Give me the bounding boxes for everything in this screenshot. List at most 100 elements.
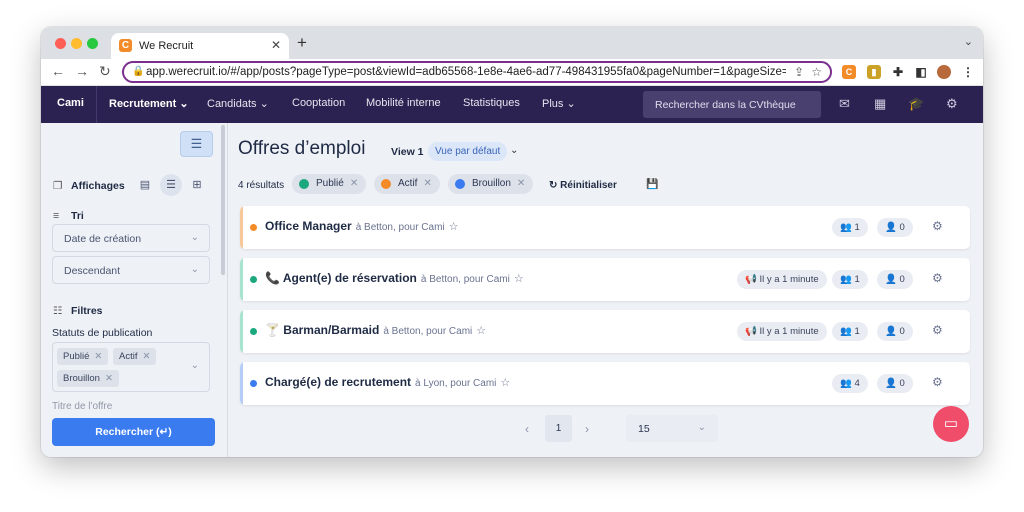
chat-support-button[interactable]: ▭ [933, 406, 969, 442]
search-button[interactable]: Rechercher (↵) [52, 418, 215, 446]
next-page-chevron-icon[interactable]: › [585, 422, 589, 436]
enter-key-icon: (↵) [155, 426, 172, 438]
status-dot [381, 179, 391, 189]
job-title[interactable]: Office Manager à Betton, pour Cami ☆ [265, 219, 459, 233]
filter-chip-actif[interactable]: Actif ✕ [374, 174, 440, 194]
view-name[interactable]: View 1 [391, 146, 424, 158]
status-chip-publie[interactable]: Publié ✕ [57, 348, 109, 365]
chevron-down-icon: ⌄ [179, 98, 189, 110]
candidates-count-badge[interactable]: 👥 1 [832, 218, 868, 237]
favorite-star-icon[interactable]: ☆ [500, 377, 510, 389]
job-settings-gear-icon[interactable]: ⚙ [932, 271, 943, 285]
filtres-label: Filtres [71, 305, 103, 317]
bottle-extension-icon[interactable]: ▮ [867, 65, 881, 79]
nav-item-candidats[interactable]: Candidats ⌄ [207, 97, 269, 110]
nav-item-statistiques[interactable]: Statistiques [463, 97, 520, 109]
favorite-star-icon[interactable]: ☆ [514, 273, 524, 285]
nav-item-cami[interactable]: Cami [57, 97, 84, 109]
compact-view-icon[interactable]: ▤ [134, 174, 156, 196]
filter-chip-publie[interactable]: Publié ✕ [292, 174, 367, 194]
filter-chip-brouillon[interactable]: Brouillon ✕ [448, 174, 534, 194]
close-window-button[interactable] [55, 38, 66, 49]
address-bar[interactable]: 🔒 app.werecruit.io/#/app/posts?pageType=… [122, 61, 832, 83]
reset-filters-button[interactable]: ↻ Réinitialiser [549, 180, 617, 191]
job-card[interactable]: 🍸 Barman/Barmaid à Betton, pour Cami ☆ 📢 I… [240, 310, 970, 353]
filter-toggle-button[interactable]: ☰ [180, 131, 213, 157]
reload-icon[interactable]: ↻ [99, 63, 111, 80]
status-bar [240, 258, 243, 301]
mail-icon[interactable]: ✉ [839, 96, 850, 112]
sidebar-scrollbar[interactable] [221, 125, 225, 275]
nav-item-cooptation[interactable]: Cooptation [292, 97, 345, 109]
job-title-text: Chargé(e) de recrutement [265, 375, 412, 389]
profile-avatar[interactable] [937, 65, 951, 79]
chip-remove-icon[interactable]: ✕ [142, 351, 150, 362]
users-icon: 👥 [840, 274, 852, 285]
chip-remove-icon[interactable]: ✕ [423, 178, 431, 189]
user-x-icon: 👤 [885, 326, 897, 337]
zoom-window-button[interactable] [87, 38, 98, 49]
announce-badge[interactable]: 📢 Il y a 1 minute [737, 322, 827, 341]
share-icon[interactable]: ⇪ [794, 65, 804, 79]
job-card[interactable]: Chargé(e) de recrutement à Lyon, pour Cam… [240, 362, 970, 405]
job-settings-gear-icon[interactable]: ⚙ [932, 219, 943, 233]
sidepanel-icon[interactable]: ◧ [914, 65, 928, 79]
nav-item-mobilite-interne[interactable]: Mobilité interne [366, 97, 441, 109]
favorite-star-icon[interactable]: ☆ [476, 325, 486, 337]
werecruit-extension-icon[interactable]: C [842, 65, 856, 79]
status-multiselect[interactable]: Publié ✕ Actif ✕ Brouillon ✕ ⌄ [52, 342, 210, 392]
view-chevron-down-icon[interactable]: ⌄ [510, 145, 518, 156]
favorite-star-icon[interactable]: ☆ [449, 221, 459, 233]
browser-toolbar: ← → ↻ 🔒 app.werecruit.io/#/app/posts?pag… [41, 59, 983, 86]
extensions-puzzle-icon[interactable]: ✚ [891, 65, 905, 79]
list-view-icon[interactable]: ☰ [160, 174, 182, 196]
browser-window: C We Recruit ✕ + ⌄ ← → ↻ 🔒 app.werecruit… [41, 27, 983, 457]
rejected-count-badge[interactable]: 👤 0 [877, 374, 913, 393]
job-card[interactable]: 📞 Agent(e) de réservation à Betton, pour … [240, 258, 970, 301]
nav-item-recrutement[interactable]: Recrutement ⌄ [109, 97, 189, 110]
chip-remove-icon[interactable]: ✕ [517, 178, 525, 189]
save-view-icon[interactable]: 💾 [646, 179, 658, 190]
rejected-count-badge[interactable]: 👤 0 [877, 270, 913, 289]
cvtheque-search-input[interactable]: Rechercher dans la CVthèque [643, 91, 821, 118]
job-title[interactable]: 📞 Agent(e) de réservation à Betton, pour … [265, 271, 524, 285]
chip-remove-icon[interactable]: ✕ [94, 351, 102, 362]
rejected-count-badge[interactable]: 👤 0 [877, 322, 913, 341]
gear-icon[interactable]: ⚙ [946, 96, 958, 112]
nav-item-label: Candidats [207, 98, 257, 110]
browser-menu-icon[interactable]: ⋮ [961, 65, 975, 79]
new-tab-button[interactable]: + [297, 33, 307, 53]
tab-close-icon[interactable]: ✕ [271, 38, 281, 52]
table-view-icon[interactable]: ⊞ [186, 174, 208, 196]
candidates-count-badge[interactable]: 👥 1 [832, 322, 868, 341]
forward-arrow-icon[interactable]: → [75, 63, 89, 79]
bookmark-star-icon[interactable]: ☆ [811, 65, 822, 79]
announce-badge[interactable]: 📢 Il y a 1 minute [737, 270, 827, 289]
back-arrow-icon[interactable]: ← [51, 63, 65, 79]
job-card[interactable]: Office Manager à Betton, pour Cami ☆ 👥 1 👤… [240, 206, 970, 249]
affichages-label: Affichages [71, 180, 125, 192]
prev-page-chevron-icon[interactable]: ‹ [525, 422, 529, 436]
graduation-cap-icon[interactable]: 🎓 [908, 96, 924, 112]
status-chip-brouillon[interactable]: Brouillon ✕ [57, 370, 119, 387]
page-size-select[interactable]: 15 ⌄ [626, 415, 718, 442]
status-chip-actif[interactable]: Actif ✕ [113, 348, 157, 365]
page-number-button[interactable]: 1 [545, 415, 572, 442]
rejected-count-badge[interactable]: 👤 0 [877, 218, 913, 237]
chip-remove-icon[interactable]: ✕ [105, 373, 113, 384]
sort-field-select[interactable]: Date de création ⌄ [52, 224, 210, 252]
minimize-window-button[interactable] [71, 38, 82, 49]
candidates-count-badge[interactable]: 👥 4 [832, 374, 868, 393]
tab-search-chevron-icon[interactable]: ⌄ [964, 35, 973, 48]
candidates-count-badge[interactable]: 👥 1 [832, 270, 868, 289]
calendar-icon[interactable]: ▦ [874, 96, 886, 112]
announce-time: Il y a 1 minute [759, 326, 819, 337]
job-title[interactable]: Chargé(e) de recrutement à Lyon, pour Cam… [265, 375, 510, 389]
sort-order-select[interactable]: Descendant ⌄ [52, 256, 210, 284]
job-settings-gear-icon[interactable]: ⚙ [932, 375, 943, 389]
job-title[interactable]: 🍸 Barman/Barmaid à Betton, pour Cami ☆ [265, 323, 486, 337]
job-settings-gear-icon[interactable]: ⚙ [932, 323, 943, 337]
browser-tab[interactable]: C We Recruit ✕ [111, 33, 289, 59]
chip-remove-icon[interactable]: ✕ [350, 178, 358, 189]
nav-item-plus[interactable]: Plus ⌄ [542, 97, 576, 110]
